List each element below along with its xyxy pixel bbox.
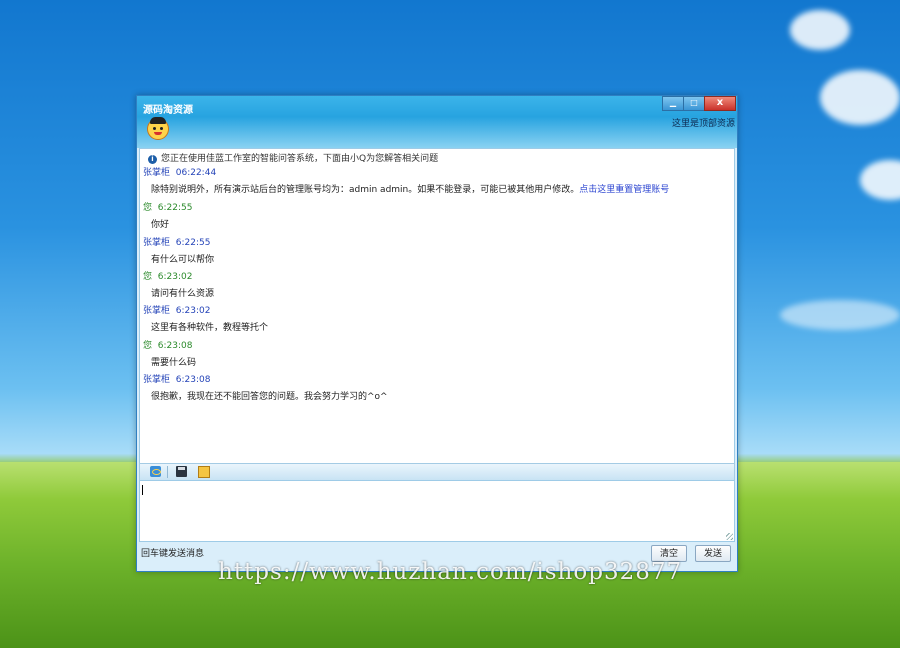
- send-hint: 回车键发送消息: [141, 549, 205, 559]
- message-text: 需要什么码: [151, 358, 197, 368]
- send-button[interactable]: 发送: [695, 545, 731, 562]
- message-text: 这里有各种软件，教程等托个: [151, 323, 269, 333]
- message-input[interactable]: [139, 480, 735, 542]
- notice-text: 您正在使用佳蓝工作室的智能问答系统，下面由小Q为您解答相关问题: [161, 154, 439, 164]
- resize-grip[interactable]: [726, 533, 733, 540]
- message-header: 张掌柜 6:22:55: [143, 235, 210, 248]
- sender-name: 张掌柜: [143, 168, 171, 178]
- message-text: 你好: [151, 220, 170, 230]
- sender-name: 张掌柜: [143, 238, 171, 248]
- sender-name: 您: [143, 203, 153, 213]
- cloud: [780, 300, 900, 330]
- cloud: [790, 10, 850, 50]
- sender-name: 张掌柜: [143, 375, 171, 385]
- message-time: 6:23:08: [175, 375, 211, 385]
- reset-account-link[interactable]: 点击这里重置管理账号: [579, 185, 669, 195]
- sender-name: 您: [143, 341, 153, 351]
- message-time: 6:22:55: [157, 203, 193, 213]
- message-time: 6:23:02: [175, 306, 211, 316]
- sender-name: 您: [143, 272, 153, 282]
- editor-toolbar: [139, 463, 735, 481]
- ie-icon[interactable]: [150, 466, 161, 477]
- chat-history[interactable]: i 您正在使用佳蓝工作室的智能问答系统，下面由小Q为您解答相关问题 张掌柜 06:…: [139, 148, 735, 464]
- note-icon[interactable]: [198, 466, 210, 478]
- message-text: 有什么可以帮你: [151, 255, 215, 265]
- info-icon: i: [148, 155, 157, 164]
- message-header: 您 6:22:55: [143, 200, 192, 213]
- toolbar-divider: [167, 466, 168, 478]
- watermark: https://www.huzhan.com/ishop32877: [218, 559, 683, 585]
- message-time: 6:23:02: [157, 272, 193, 282]
- avatar: [147, 117, 169, 140]
- save-icon[interactable]: [176, 466, 187, 477]
- message-text: 很抱歉，我现在还不能回答您的问题。我会努力学习的^o^: [151, 392, 388, 402]
- window-title: 源码淘资源: [143, 105, 193, 116]
- cloud: [820, 70, 900, 125]
- top-resource-link[interactable]: 这里是顶部资源: [672, 116, 735, 129]
- message-time: 06:22:44: [175, 168, 217, 178]
- sender-name: 张掌柜: [143, 306, 171, 316]
- message-time: 6:22:55: [175, 238, 211, 248]
- cloud: [860, 160, 900, 200]
- message-header: 张掌柜 6:23:08: [143, 372, 210, 385]
- close-button[interactable]: x: [704, 96, 736, 111]
- message-time: 6:23:08: [157, 341, 193, 351]
- title-bar[interactable]: 源码淘资源 这里是顶部资源 ▁ □ x: [137, 96, 737, 148]
- minimize-button[interactable]: ▁: [662, 96, 684, 111]
- text-caret: [142, 485, 143, 495]
- system-notice: i 您正在使用佳蓝工作室的智能问答系统，下面由小Q为您解答相关问题: [148, 151, 438, 164]
- message-header: 您 6:23:08: [143, 338, 192, 351]
- message-header: 您 6:23:02: [143, 269, 192, 282]
- maximize-button[interactable]: □: [683, 96, 705, 111]
- message-header: 张掌柜 06:22:44: [143, 165, 216, 178]
- message-text: 除特别说明外，所有演示站后台的管理账号均为：admin admin。如果不能登录…: [151, 185, 670, 195]
- message-header: 张掌柜 6:23:02: [143, 303, 210, 316]
- message-text: 请问有什么资源: [151, 289, 215, 299]
- chat-window: 源码淘资源 这里是顶部资源 ▁ □ x i 您正在使用佳蓝工作室的智能问答系统，下…: [136, 95, 738, 572]
